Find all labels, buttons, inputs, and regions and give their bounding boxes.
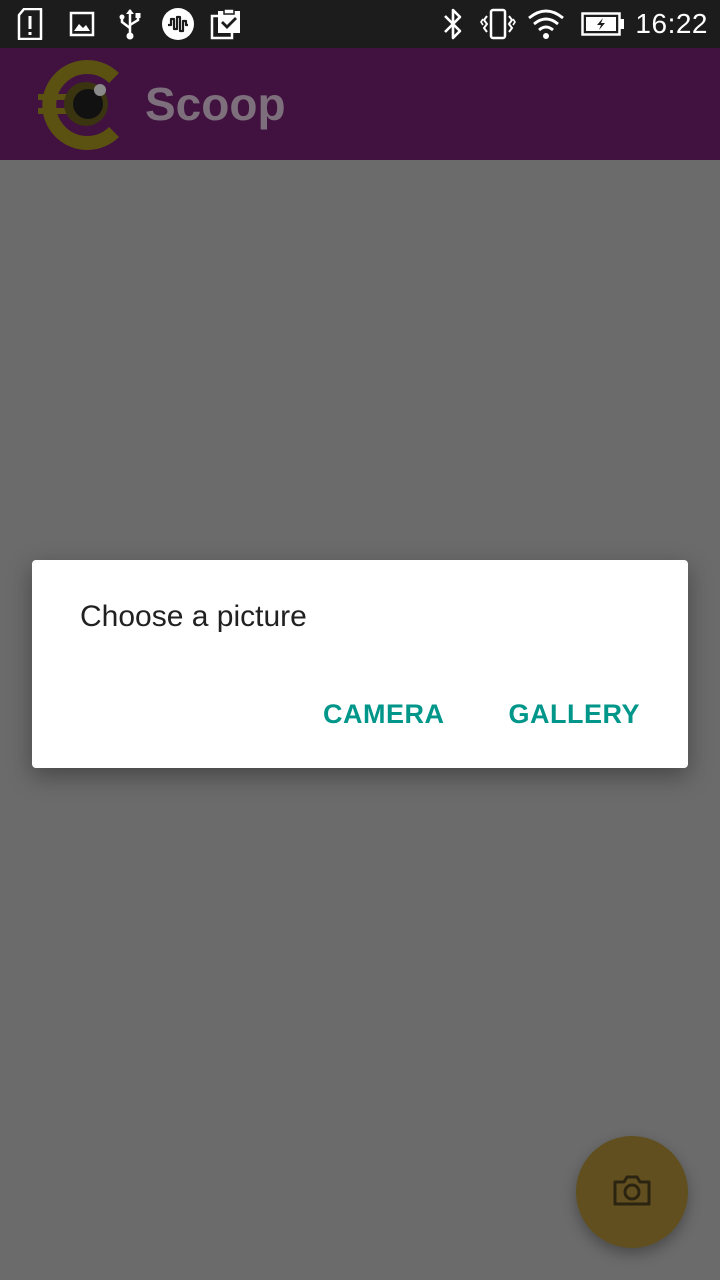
camera-fab[interactable] xyxy=(576,1136,688,1248)
clipboard-check-icon xyxy=(210,0,242,48)
vibrate-icon xyxy=(480,0,516,48)
usb-icon xyxy=(116,0,144,48)
status-time: 16:22 xyxy=(635,8,708,39)
scoop-logo-icon xyxy=(36,60,126,150)
app-title: Scoop xyxy=(145,78,286,130)
camera-button[interactable]: CAMERA xyxy=(291,689,477,740)
wifi-icon xyxy=(526,0,566,48)
musically-icon xyxy=(160,0,196,48)
app-bar: Scoop xyxy=(0,48,720,160)
image-icon xyxy=(68,0,96,48)
bluetooth-icon xyxy=(440,0,466,48)
gallery-button[interactable]: GALLERY xyxy=(477,689,673,740)
battery-charging-icon xyxy=(580,0,626,48)
choose-picture-dialog: Choose a picture CAMERA GALLERY xyxy=(32,560,688,768)
dialog-title: Choose a picture xyxy=(80,600,307,633)
sim-alert-icon xyxy=(16,0,44,48)
camera-icon xyxy=(612,1173,652,1212)
status-bar: 16:22 xyxy=(0,0,720,48)
dialog-actions: CAMERA GALLERY xyxy=(291,689,672,740)
